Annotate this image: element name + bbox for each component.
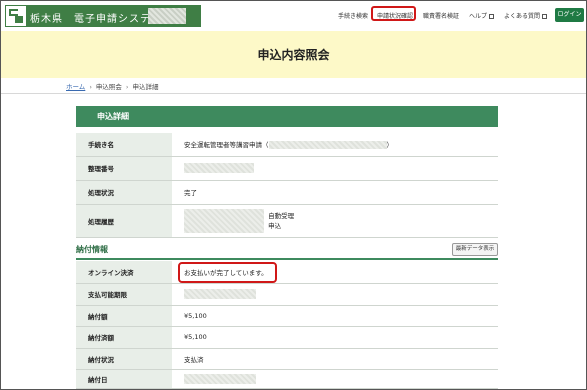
nav-help-label: ヘルプ	[469, 13, 488, 20]
table-row: 整理番号	[76, 156, 498, 181]
site-logo[interactable]: 栃木県 電子申請システム	[5, 5, 201, 27]
redacted-text	[268, 141, 387, 150]
table-row: 納付済額 ¥5,100	[76, 326, 498, 349]
paid-amount-value: ¥5,100	[172, 326, 498, 349]
payment-status-value: 支払済	[172, 348, 498, 370]
login-button[interactable]: ログイン	[555, 8, 584, 22]
payment-deadline-label: 支払可能期限	[76, 283, 172, 306]
nav-help[interactable]: ヘルプ	[469, 11, 495, 20]
payment-complete-highlight	[178, 262, 277, 283]
page-title: 申込内容照会	[257, 48, 330, 62]
breadcrumb-detail: 申込詳細	[132, 83, 159, 91]
procedure-name-close: ）	[386, 141, 394, 150]
table-row: 納付額 ¥5,100	[76, 305, 498, 327]
application-detail-title: 申込詳細	[97, 112, 129, 121]
status-value: 完了	[172, 180, 498, 205]
redacted-text	[184, 163, 254, 173]
table-row: 納付状況 支払済	[76, 348, 498, 370]
procedure-name-label: 手続き名	[76, 133, 172, 157]
breadcrumb-divider	[1, 93, 586, 94]
history-entry: 申込	[268, 221, 282, 230]
table-row: 納付日	[76, 369, 498, 389]
breadcrumb: ホーム › 申込照会 › 申込詳細	[66, 81, 159, 91]
chevron-right-icon: ›	[125, 83, 129, 91]
site-name: 栃木県 電子申請システム	[30, 14, 162, 25]
redacted-text	[184, 373, 256, 384]
paid-amount-label: 納付済額	[76, 326, 172, 349]
nav-faq[interactable]: よくある質問	[504, 11, 548, 20]
payment-section-rule	[76, 258, 498, 260]
page-banner: 申込内容照会	[1, 31, 586, 78]
online-payment-label: オンライン決済	[76, 261, 172, 284]
redacted-logo-area	[148, 8, 186, 24]
procedure-name-text: 安全運転管理者等講習申請（	[184, 141, 269, 150]
procedure-name-value: 安全運転管理者等講習申請（ ）	[172, 133, 498, 157]
payment-date-value	[172, 369, 498, 389]
reference-number-value	[172, 156, 498, 181]
refresh-data-button[interactable]: 最新データ表示	[452, 243, 498, 256]
payment-status-label: 納付状況	[76, 348, 172, 370]
payment-date-label: 納付日	[76, 369, 172, 389]
history-value: 自動受理 申込	[172, 204, 498, 238]
payment-deadline-value	[172, 283, 498, 306]
payment-section-title: 納付情報	[76, 245, 108, 254]
redacted-text	[184, 208, 264, 233]
prefecture-emblem-icon	[6, 6, 26, 26]
amount-value: ¥5,100	[172, 305, 498, 327]
history-entries: 自動受理 申込	[268, 211, 294, 231]
table-row: 処理履歴 自動受理 申込	[76, 204, 498, 238]
amount-label: 納付額	[76, 305, 172, 327]
history-entry: 自動受理	[268, 211, 295, 220]
application-detail-table: 手続き名 安全運転管理者等講習申請（ ） 整理番号 処理状況 完了 処理履歴 自動…	[76, 133, 498, 238]
nav-faq-label: よくある質問	[504, 13, 541, 20]
redacted-text	[184, 289, 256, 299]
external-link-icon	[542, 14, 548, 19]
breadcrumb-home[interactable]: ホーム	[66, 83, 85, 91]
table-row: オンライン決済 お支払いが完了しています。	[76, 261, 498, 284]
table-row: 手続き名 安全運転管理者等講習申請（ ）	[76, 133, 498, 157]
table-row: 支払可能期限	[76, 283, 498, 306]
external-link-icon	[489, 14, 495, 19]
status-label: 処理状況	[76, 180, 172, 205]
history-label: 処理履歴	[76, 204, 172, 238]
reference-number-label: 整理番号	[76, 156, 172, 181]
breadcrumb-inquiry[interactable]: 申込照会	[96, 83, 122, 91]
nav-signature-verify[interactable]: 職責署名検証	[423, 11, 459, 20]
table-row: 処理状況 完了	[76, 180, 498, 205]
chevron-right-icon: ›	[89, 83, 92, 91]
payment-table: オンライン決済 お支払いが完了しています。 支払可能期限 納付額 ¥5,100 …	[76, 261, 498, 389]
status-check-highlight	[371, 6, 416, 21]
site-header: 栃木県 電子申請システム 手続き検索 申請状況確認 職責署名検証 ヘルプ よくあ…	[1, 1, 586, 31]
application-detail-header: 申込詳細	[76, 106, 498, 127]
nav-procedure-search[interactable]: 手続き検索	[338, 11, 368, 20]
